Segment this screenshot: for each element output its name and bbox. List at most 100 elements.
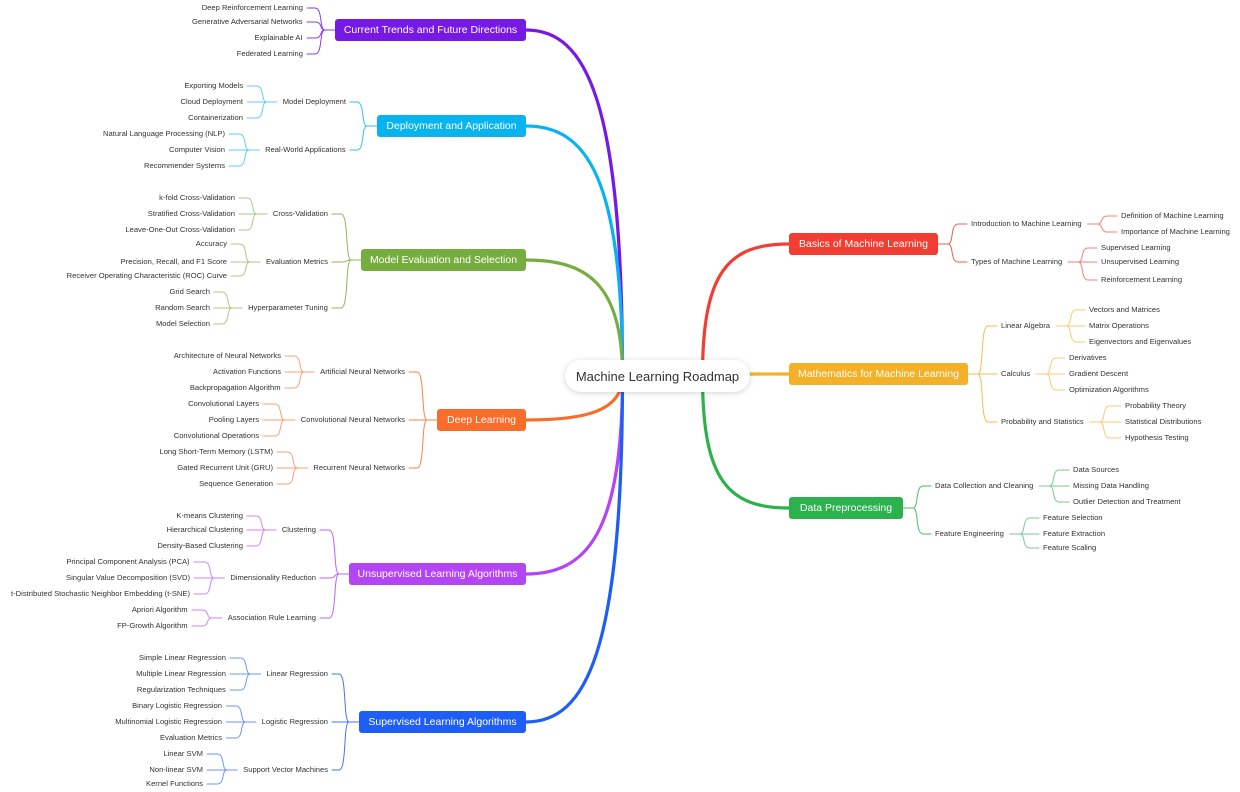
leaf-node[interactable]: Activation Functions bbox=[213, 367, 281, 377]
leaf-node[interactable]: Pooling Layers bbox=[209, 415, 259, 425]
subtopic-node[interactable]: Linear Regression bbox=[266, 669, 328, 679]
leaf-node[interactable]: Vectors and Matrices bbox=[1089, 305, 1160, 315]
leaf-node[interactable]: Gradient Descent bbox=[1069, 369, 1128, 379]
leaf-node[interactable]: Supervised Learning bbox=[1101, 243, 1171, 253]
leaf-node[interactable]: Evaluation Metrics bbox=[160, 733, 222, 743]
leaf-node[interactable]: Eigenvectors and Eigenvalues bbox=[1089, 337, 1191, 347]
leaf-node[interactable]: Hypothesis Testing bbox=[1125, 433, 1189, 443]
branch-node-label: Deployment and Application bbox=[386, 120, 517, 132]
subtopic-node[interactable]: Linear Algebra bbox=[1001, 321, 1050, 331]
leaf-node[interactable]: Precision, Recall, and F1 Score bbox=[121, 257, 227, 267]
leaf-node[interactable]: Optimization Algorithms bbox=[1069, 385, 1149, 395]
subtopic-node[interactable]: Calculus bbox=[1001, 369, 1030, 379]
subtopic-node[interactable]: Real-World Applications bbox=[265, 145, 345, 155]
branch-node[interactable]: Deployment and Application bbox=[377, 115, 526, 137]
leaf-node[interactable]: Grid Search bbox=[169, 287, 210, 297]
branch-node[interactable]: Basics of Machine Learning bbox=[789, 233, 938, 255]
leaf-node[interactable]: Convolutional Layers bbox=[188, 399, 259, 409]
leaf-node[interactable]: Containerization bbox=[188, 113, 243, 123]
leaf-node[interactable]: Leave-One-Out Cross-Validation bbox=[125, 225, 235, 235]
subtopic-node[interactable]: Hyperparameter Tuning bbox=[248, 303, 328, 313]
leaf-node[interactable]: Multinomial Logistic Regression bbox=[115, 717, 222, 727]
leaf-node[interactable]: Simple Linear Regression bbox=[139, 653, 226, 663]
subtopic-node[interactable]: Artificial Neural Networks bbox=[320, 367, 405, 377]
branch-node[interactable]: Mathematics for Machine Learning bbox=[789, 363, 968, 385]
leaf-node[interactable]: k-fold Cross-Validation bbox=[159, 193, 235, 203]
leaf-node[interactable]: Sequence Generation bbox=[199, 479, 273, 489]
subtopic-node[interactable]: Support Vector Machines bbox=[243, 765, 328, 775]
leaf-node[interactable]: Unsupervised Learning bbox=[1101, 257, 1179, 267]
leaf-node[interactable]: Binary Logistic Regression bbox=[132, 701, 222, 711]
leaf-node[interactable]: Computer Vision bbox=[169, 145, 225, 155]
leaf-node[interactable]: Receiver Operating Characteristic (ROC) … bbox=[67, 271, 227, 281]
leaf-node[interactable]: Singular Value Decomposition (SVD) bbox=[66, 573, 190, 583]
leaf-node[interactable]: Feature Scaling bbox=[1043, 543, 1096, 553]
leaf-node[interactable]: Random Search bbox=[155, 303, 210, 313]
leaf-node[interactable]: Probability Theory bbox=[1125, 401, 1186, 411]
leaf-node[interactable]: Architecture of Neural Networks bbox=[174, 351, 281, 361]
leaf-node[interactable]: Feature Extraction bbox=[1043, 529, 1105, 539]
subtopic-node[interactable]: Generative Adversarial Networks bbox=[192, 17, 303, 27]
leaf-node[interactable]: Non-linear SVM bbox=[149, 765, 203, 775]
subtopic-node[interactable]: Probability and Statistics bbox=[1001, 417, 1084, 427]
leaf-node[interactable]: t-Distributed Stochastic Neighbor Embedd… bbox=[11, 589, 190, 599]
leaf-node[interactable]: Convolutional Operations bbox=[174, 431, 259, 441]
branch-node[interactable]: Current Trends and Future Directions bbox=[335, 19, 526, 41]
leaf-node[interactable]: Linear SVM bbox=[163, 749, 203, 759]
leaf-node[interactable]: Model Selection bbox=[156, 319, 210, 329]
subtopic-node[interactable]: Evaluation Metrics bbox=[266, 257, 328, 267]
leaf-node[interactable]: K-means Clustering bbox=[176, 511, 243, 521]
subtopic-node[interactable]: Feature Engineering bbox=[935, 529, 1004, 539]
leaf-node[interactable]: Accuracy bbox=[196, 239, 227, 249]
leaf-node[interactable]: Statistical Distributions bbox=[1125, 417, 1201, 427]
leaf-node[interactable]: Outlier Detection and Treatment bbox=[1073, 497, 1181, 507]
subtopic-node[interactable]: Dimensionality Reduction bbox=[230, 573, 316, 583]
leaf-node[interactable]: Density-Based Clustering bbox=[157, 541, 243, 551]
leaf-node[interactable]: Feature Selection bbox=[1043, 513, 1103, 523]
subtopic-node[interactable]: Federated Learning bbox=[237, 49, 303, 59]
subtopic-node[interactable]: Explainable AI bbox=[254, 33, 302, 43]
subtopic-node[interactable]: Convolutional Neural Networks bbox=[301, 415, 405, 425]
branch-node[interactable]: Unsupervised Learning Algorithms bbox=[349, 563, 526, 585]
subtopic-node[interactable]: Logistic Regression bbox=[262, 717, 328, 727]
leaf-node[interactable]: Gated Recurrent Unit (GRU) bbox=[177, 463, 273, 473]
leaf-connector bbox=[1055, 309, 1086, 327]
leaf-node[interactable]: Regularization Techniques bbox=[137, 685, 226, 695]
branch-node[interactable]: Data Preprocessing bbox=[789, 497, 903, 519]
subtopic-node[interactable]: Deep Reinforcement Learning bbox=[202, 3, 303, 13]
subtopic-node[interactable]: Types of Machine Learning bbox=[971, 257, 1062, 267]
subtopic-node[interactable]: Cross-Validation bbox=[273, 209, 328, 219]
leaf-node[interactable]: Recommender Systems bbox=[144, 161, 225, 171]
leaf-node[interactable]: Kernel Functions bbox=[146, 779, 203, 789]
leaf-node[interactable]: Cloud Deployment bbox=[181, 97, 243, 107]
leaf-node[interactable]: Derivatives bbox=[1069, 353, 1107, 363]
leaf-node[interactable]: Backpropagation Algorithm bbox=[190, 383, 281, 393]
leaf-node[interactable]: Multiple Linear Regression bbox=[136, 669, 226, 679]
subtopic-node[interactable]: Data Collection and Cleaning bbox=[935, 481, 1033, 491]
leaf-node[interactable]: Definition of Machine Learning bbox=[1121, 211, 1224, 221]
leaf-node[interactable]: Data Sources bbox=[1073, 465, 1119, 475]
leaf-node[interactable]: Importance of Machine Learning bbox=[1121, 227, 1230, 237]
leaf-node[interactable]: Missing Data Handling bbox=[1073, 481, 1149, 491]
leaf-node[interactable]: Stratified Cross-Validation bbox=[148, 209, 235, 219]
branch-node[interactable]: Supervised Learning Algorithms bbox=[359, 711, 526, 733]
subtopic-node[interactable]: Clustering bbox=[282, 525, 316, 535]
leaf-node[interactable]: FP-Growth Algorithm bbox=[117, 621, 187, 631]
subtopic-node[interactable]: Introduction to Machine Learning bbox=[971, 219, 1082, 229]
leaf-node[interactable]: Reinforcement Learning bbox=[1101, 275, 1182, 285]
leaf-node[interactable]: Natural Language Processing (NLP) bbox=[103, 129, 225, 139]
branch-node[interactable]: Model Evaluation and Selection bbox=[361, 249, 526, 271]
root-node[interactable]: Machine Learning Roadmap bbox=[565, 360, 750, 392]
leaf-node[interactable]: Apriori Algorithm bbox=[132, 605, 188, 615]
subtopic-node[interactable]: Association Rule Learning bbox=[228, 613, 316, 623]
leaf-connector bbox=[1087, 223, 1118, 233]
leaf-node[interactable]: Hierarchical Clustering bbox=[167, 525, 243, 535]
subtopic-node[interactable]: Recurrent Neural Networks bbox=[313, 463, 405, 473]
leaf-node[interactable]: Matrix Operations bbox=[1089, 321, 1149, 331]
leaf-connector bbox=[246, 529, 277, 547]
leaf-node[interactable]: Principal Component Analysis (PCA) bbox=[66, 557, 189, 567]
branch-node[interactable]: Deep Learning bbox=[437, 409, 526, 431]
leaf-node[interactable]: Exporting Models bbox=[184, 81, 243, 91]
leaf-node[interactable]: Long Short-Term Memory (LSTM) bbox=[159, 447, 273, 457]
subtopic-node[interactable]: Model Deployment bbox=[283, 97, 346, 107]
